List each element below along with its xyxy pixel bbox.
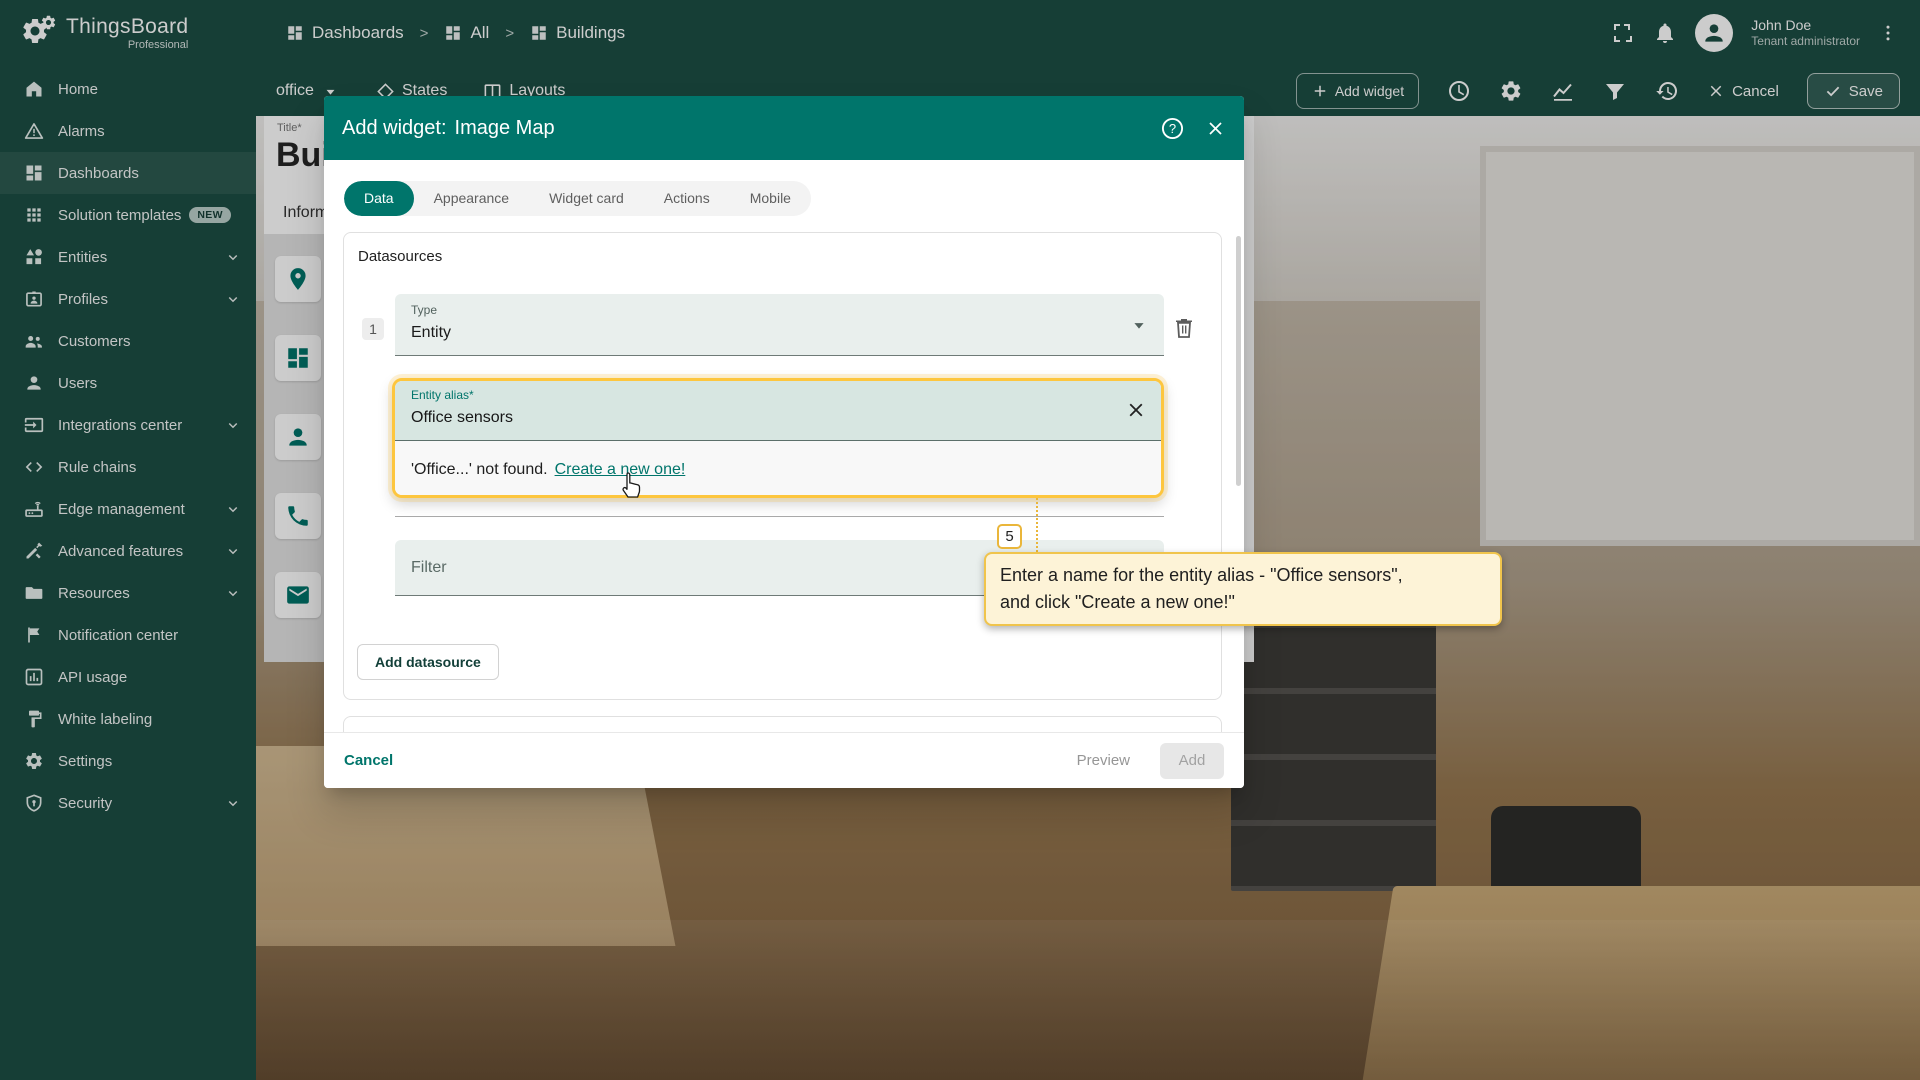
dialog-footer: Cancel Preview Add bbox=[324, 732, 1244, 788]
svg-text:?: ? bbox=[1169, 121, 1176, 136]
dialog-cancel-button[interactable]: Cancel bbox=[344, 752, 393, 769]
datasource-type-select[interactable]: Type Entity bbox=[395, 294, 1164, 356]
dialog-add-button[interactable]: Add bbox=[1160, 743, 1224, 779]
help-icon[interactable]: ? bbox=[1160, 116, 1185, 141]
tab-data[interactable]: Data bbox=[344, 181, 414, 216]
dialog-title-prefix: Add widget: bbox=[342, 117, 447, 140]
dialog-title: Add widget: Image Map bbox=[342, 117, 555, 140]
alias-suggestion-panel: 'Office...' not found. Create a new one! bbox=[395, 441, 1161, 498]
tab-mobile[interactable]: Mobile bbox=[730, 181, 811, 216]
tooltip-line-2: and click "Create a new one!" bbox=[1000, 589, 1486, 616]
alias-not-found-text: 'Office...' not found. bbox=[411, 461, 548, 479]
dialog-tabs: DataAppearanceWidget cardActionsMobile bbox=[344, 181, 811, 216]
tab-actions[interactable]: Actions bbox=[644, 181, 730, 216]
entity-alias-input[interactable]: Entity alias* Office sensors bbox=[395, 381, 1161, 441]
add-datasource-button[interactable]: Add datasource bbox=[357, 644, 499, 680]
caret-down-icon bbox=[1128, 314, 1150, 336]
filter-placeholder: Filter bbox=[411, 540, 447, 596]
next-section-card bbox=[343, 716, 1222, 732]
add-datasource-label: Add datasource bbox=[375, 654, 481, 670]
delete-datasource-icon[interactable] bbox=[1172, 316, 1196, 340]
tab-widget-card[interactable]: Widget card bbox=[529, 181, 644, 216]
add-widget-dialog: Add widget: Image Map ? DataAppearanceWi… bbox=[324, 96, 1244, 788]
clear-alias-icon[interactable] bbox=[1125, 399, 1147, 421]
dialog-title-name: Image Map bbox=[455, 117, 555, 140]
tab-appearance[interactable]: Appearance bbox=[414, 181, 530, 216]
tooltip-connector-line bbox=[1036, 498, 1038, 552]
entity-alias-highlight: Entity alias* Office sensors 'Office...'… bbox=[392, 378, 1164, 498]
datasource-index: 1 bbox=[362, 318, 384, 340]
datasources-heading: Datasources bbox=[358, 248, 442, 265]
mouse-cursor bbox=[618, 470, 644, 500]
tooltip-step-badge: 5 bbox=[997, 524, 1022, 549]
dialog-scrollbar[interactable] bbox=[1236, 236, 1241, 486]
entity-alias-label: Entity alias* bbox=[411, 388, 474, 402]
type-label: Type bbox=[411, 303, 437, 317]
type-value: Entity bbox=[411, 324, 451, 342]
tooltip-line-1: Enter a name for the entity alias - "Off… bbox=[1000, 562, 1486, 589]
field-underline bbox=[395, 516, 1164, 517]
entity-alias-value: Office sensors bbox=[411, 409, 513, 427]
dialog-close-icon[interactable] bbox=[1205, 118, 1226, 139]
onboarding-tooltip: Enter a name for the entity alias - "Off… bbox=[984, 552, 1502, 626]
dialog-header: Add widget: Image Map ? bbox=[324, 96, 1244, 160]
dialog-preview-button[interactable]: Preview bbox=[1077, 752, 1130, 769]
